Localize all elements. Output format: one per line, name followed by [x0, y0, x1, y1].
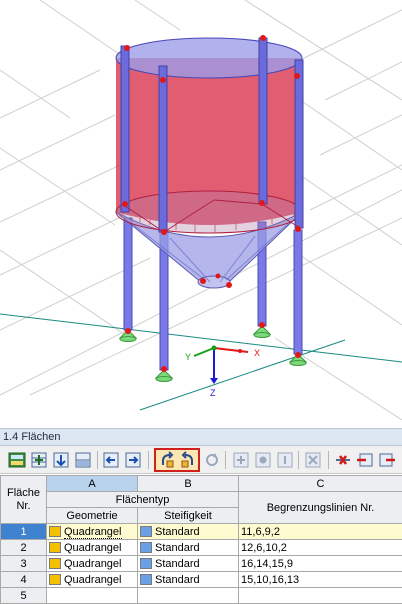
geometry-color-swatch [49, 525, 61, 537]
toolbar-separator [328, 451, 329, 469]
boundary-lines-cell[interactable] [238, 587, 402, 604]
rowhead-corner: Fläche Nr. [0, 475, 47, 524]
stiffness-color-swatch [140, 557, 152, 569]
table-row[interactable]: 5 [0, 587, 402, 604]
geometry-cell[interactable]: Quadrangel [46, 523, 138, 540]
row-number[interactable]: 1 [0, 523, 47, 540]
stiffness-value: Standard [155, 557, 200, 570]
silo-top [115, 37, 303, 79]
geometry-color-swatch [49, 541, 61, 553]
rotate-left-icon[interactable] [158, 451, 176, 469]
table-row[interactable]: 4 Quadrangel Standard 15,10,16,13 [0, 571, 402, 588]
row-number[interactable]: 5 [0, 587, 47, 604]
rotate-right-icon[interactable] [179, 451, 197, 469]
settings-icon[interactable] [254, 451, 272, 469]
geometry-color-swatch [49, 557, 61, 569]
boundary-lines-cell[interactable]: 15,10,16,13 [238, 571, 402, 588]
toolbar-separator [148, 451, 149, 469]
insert-row-icon[interactable] [30, 451, 48, 469]
toolbar-separator [298, 451, 299, 469]
geometry-value: Quadrangel [64, 557, 122, 570]
row-number[interactable]: 3 [0, 555, 47, 572]
geometry-value: Quadrangel [64, 525, 122, 539]
stiffness-cell[interactable] [137, 587, 239, 604]
stiffness-value: Standard [155, 525, 200, 538]
boundary-lines-cell[interactable]: 12,6,10,2 [238, 539, 402, 556]
table-row[interactable]: 2 Quadrangel Standard 12,6,10,2 [0, 539, 402, 556]
model-viewport[interactable]: Y X Z [0, 0, 402, 428]
select-icon[interactable] [304, 451, 322, 469]
stiffness-color-swatch [140, 541, 152, 553]
refresh-icon[interactable] [203, 451, 221, 469]
zoom-icon[interactable] [232, 451, 250, 469]
rowhead-label-1: Fläche [6, 486, 41, 499]
stiffness-cell[interactable]: Standard [137, 555, 239, 572]
col-header-geometrie: Geometrie [46, 507, 138, 524]
delete-row-icon[interactable] [356, 451, 374, 469]
insert-col-icon[interactable] [378, 451, 396, 469]
row-number[interactable]: 2 [0, 539, 47, 556]
ground-axis-line [0, 313, 402, 363]
filter-icon[interactable] [276, 451, 294, 469]
axis-y-label: Y [185, 352, 191, 362]
col-header-steifigkeit: Steifigkeit [137, 507, 239, 524]
stiffness-color-swatch [140, 525, 152, 537]
axis-x-label: X [254, 348, 260, 358]
surfaces-table: Fläche Nr. A B C Flächentyp Begrenzungsl… [0, 475, 402, 604]
panel-title: 1.4 Flächen [0, 428, 402, 446]
model-3d-graphic: Y X Z [0, 0, 402, 421]
coordinate-axes [193, 345, 249, 384]
stiffness-value: Standard [155, 541, 200, 554]
export-icon[interactable] [52, 451, 70, 469]
toolbar-separator [97, 451, 98, 469]
geometry-cell[interactable]: Quadrangel [46, 555, 138, 572]
col-letter-c[interactable]: C [238, 475, 402, 492]
stiffness-cell[interactable]: Standard [137, 539, 239, 556]
next-icon[interactable] [124, 451, 142, 469]
import-icon[interactable] [74, 451, 92, 469]
geometry-value: Quadrangel [64, 573, 122, 586]
axis-z-label: Z [210, 388, 216, 398]
stiffness-value: Standard [155, 573, 200, 586]
boundary-lines-cell[interactable]: 11,6,9,2 [238, 523, 402, 540]
row-number[interactable]: 4 [0, 571, 47, 588]
table-view-icon[interactable] [8, 451, 26, 469]
stiffness-cell[interactable]: Standard [137, 571, 239, 588]
col-letter-a[interactable]: A [46, 475, 138, 492]
geometry-cell[interactable] [46, 587, 138, 604]
geometry-color-swatch [49, 573, 61, 585]
geometry-value: Quadrangel [64, 541, 122, 554]
stiffness-color-swatch [140, 573, 152, 585]
boundary-lines-cell[interactable]: 16,14,15,9 [238, 555, 402, 572]
geometry-cell[interactable]: Quadrangel [46, 539, 138, 556]
col-header-begrenzungslinien: Begrenzungslinien Nr. [238, 491, 402, 524]
geometry-cell[interactable]: Quadrangel [46, 571, 138, 588]
table-row[interactable]: 1 Quadrangel Standard 11,6,9,2 [0, 523, 402, 540]
col-letter-b[interactable]: B [137, 475, 239, 492]
table-toolbar [0, 446, 402, 474]
table-row[interactable]: 3 Quadrangel Standard 16,14,15,9 [0, 555, 402, 572]
prev-icon[interactable] [102, 451, 120, 469]
rowhead-label-2: Nr. [16, 499, 31, 512]
toolbar-separator [225, 451, 226, 469]
delete-icon[interactable] [334, 451, 352, 469]
stiffness-cell[interactable]: Standard [137, 523, 239, 540]
group-header-flaechentyp: Flächentyp [46, 491, 239, 508]
